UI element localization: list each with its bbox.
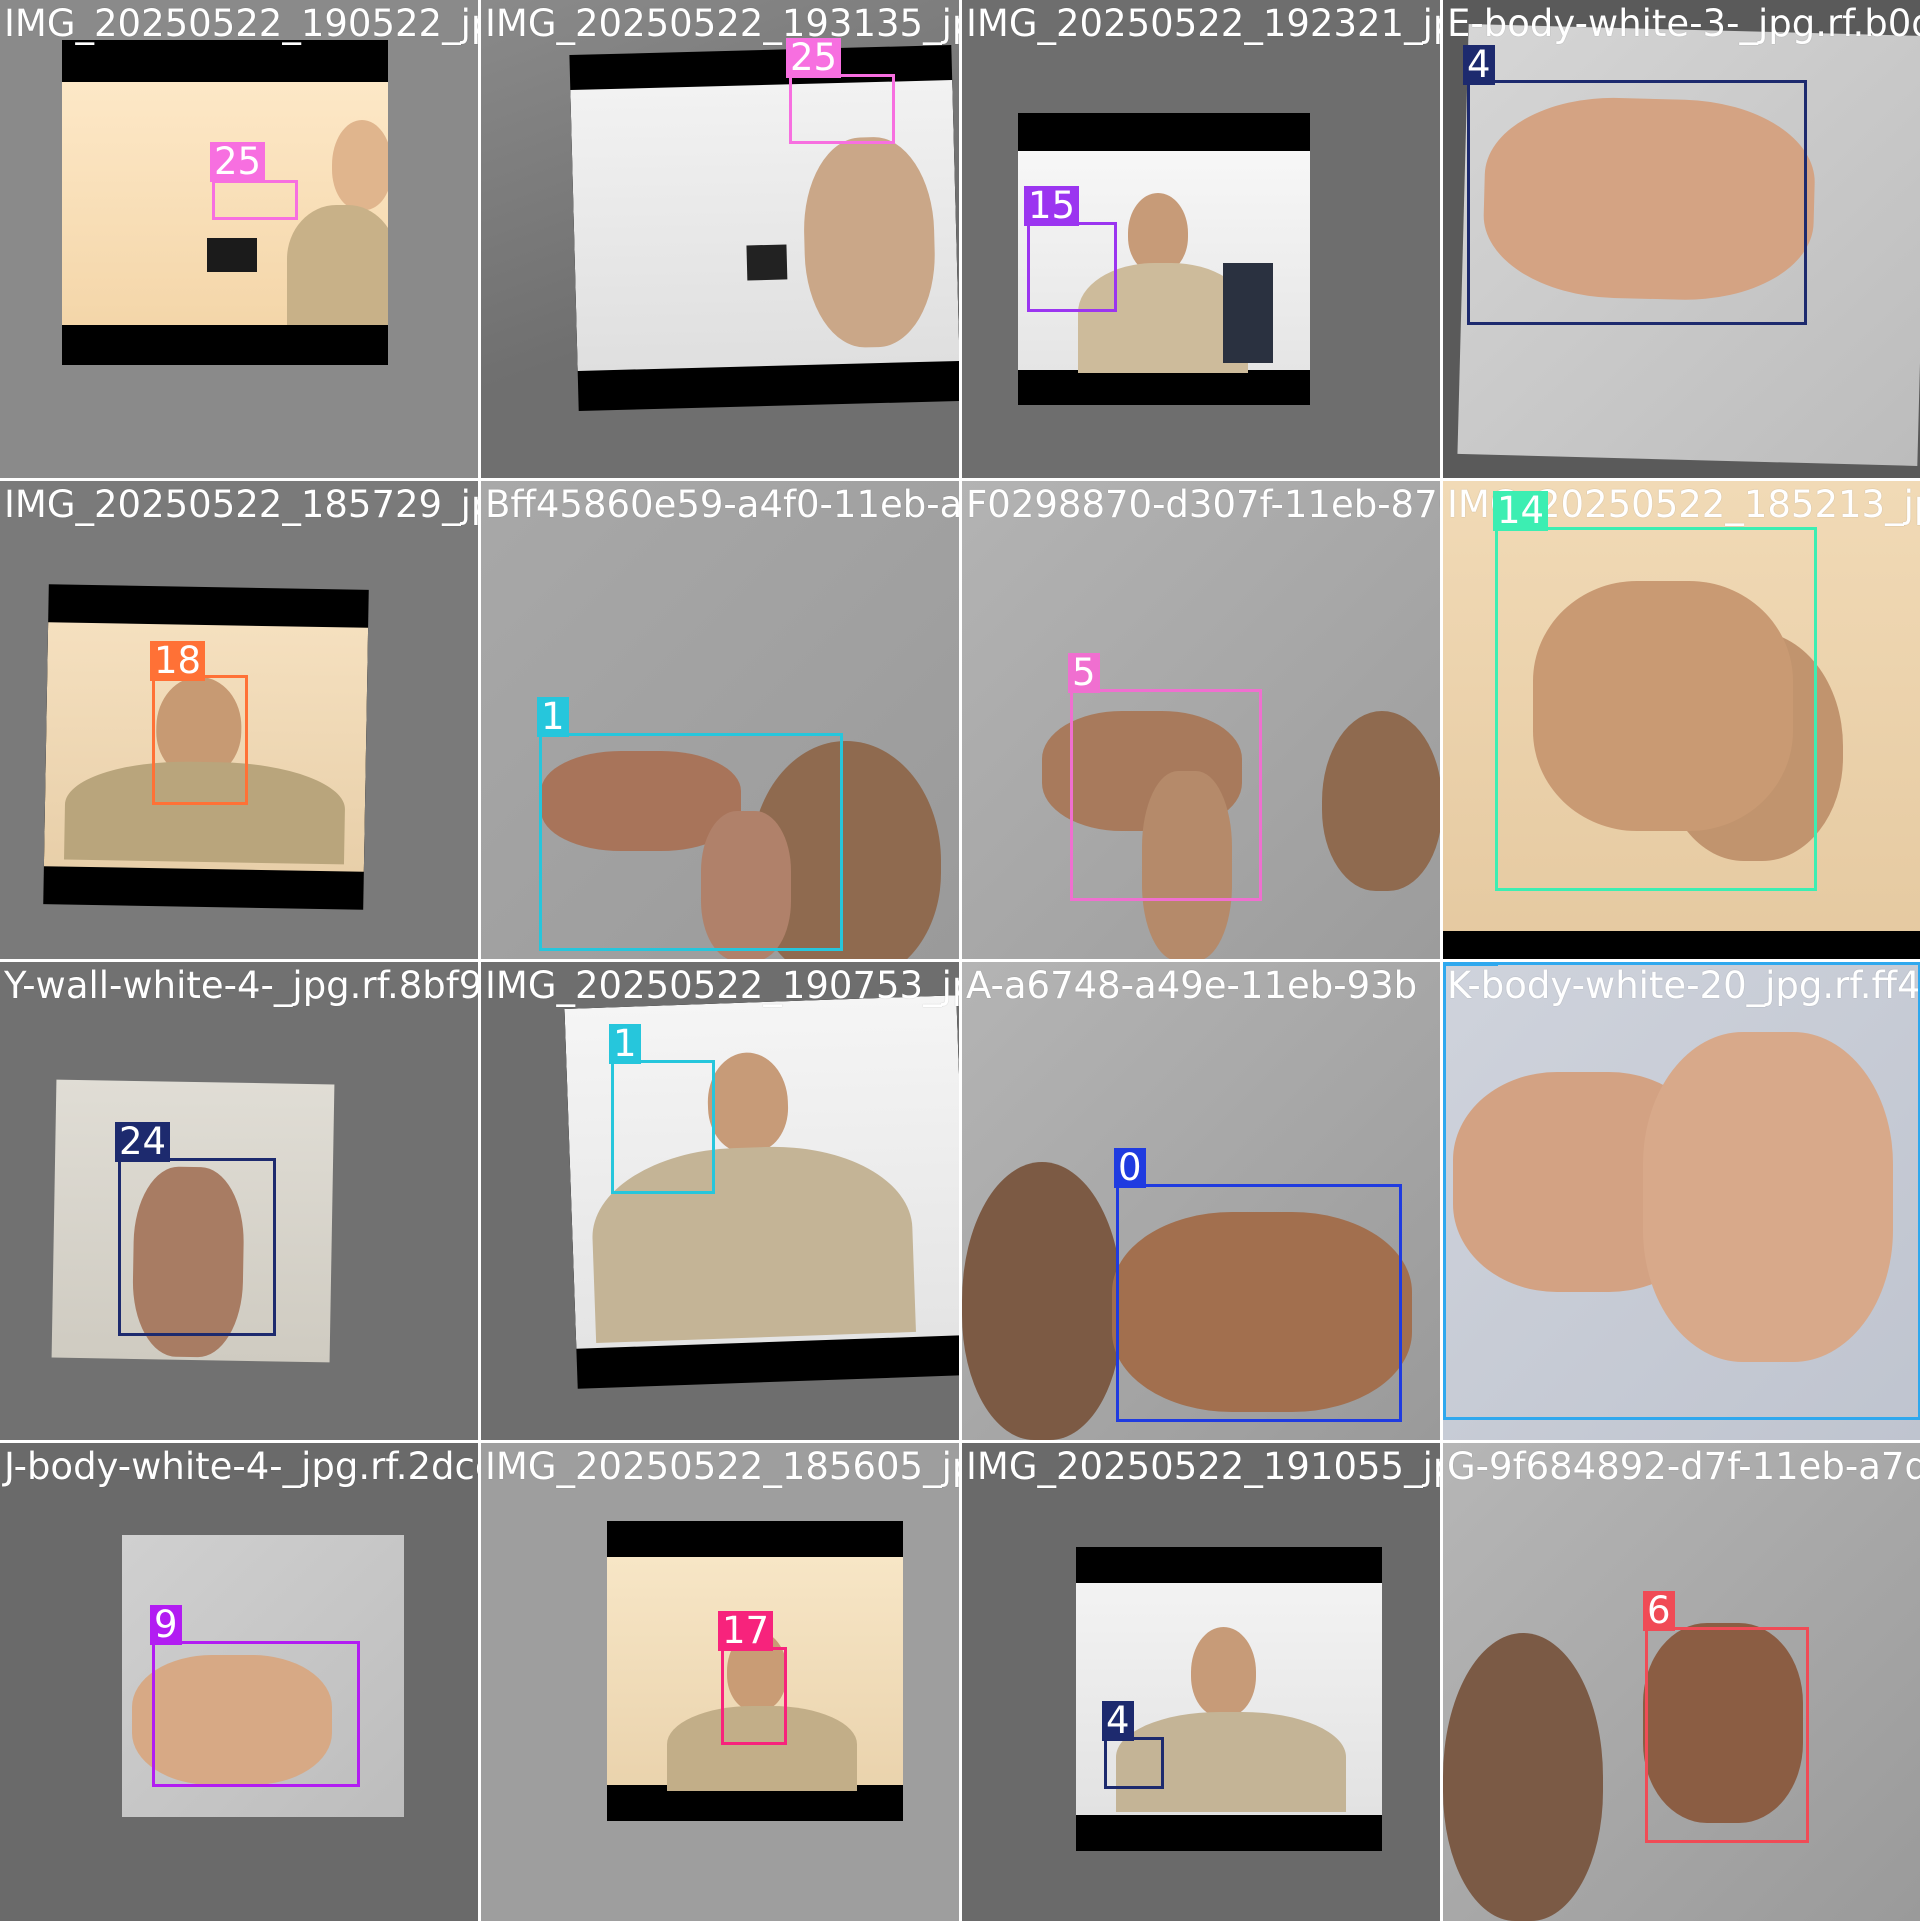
- detection-class-label: 9: [150, 1605, 182, 1645]
- photo: [569, 45, 959, 411]
- detection-class-label: 25: [786, 38, 842, 78]
- mosaic-tile-15: IMG_20250522_191055_jpg 4: [962, 1443, 1440, 1921]
- tile-filename: IMG_20250522_185729_jpg: [4, 483, 478, 526]
- tile-filename: IMG_20250522_193135_jpg: [485, 2, 959, 45]
- detection-class-label: 0: [1114, 1148, 1146, 1188]
- mosaic-tile-4: E-body-white-3-_jpg.rf.b0de 4: [1443, 0, 1920, 478]
- detection-box: [1443, 962, 1920, 1420]
- detection-box: [721, 1647, 787, 1745]
- mosaic-tile-5: IMG_20250522_185729_jpg 18: [0, 481, 478, 959]
- tile-filename: E-body-white-3-_jpg.rf.b0de: [1447, 2, 1920, 45]
- mosaic-tile-14: IMG_20250522_185605_jpg 17: [481, 1443, 959, 1921]
- detection-box: [1645, 1627, 1809, 1843]
- tile-filename: Y-wall-white-4-_jpg.rf.8bf9de: [4, 964, 478, 1007]
- mosaic-tile-13: J-body-white-4-_jpg.rf.2dcce 9: [0, 1443, 478, 1921]
- detection-class-label: 6: [1643, 1591, 1675, 1631]
- detection-box: [611, 1060, 715, 1194]
- detection-class-label: 10: [1443, 962, 1499, 966]
- detection-class-label: 15: [1024, 186, 1080, 226]
- mosaic-tile-7: F0298870-d307f-11eb-8701 5: [962, 481, 1440, 959]
- mosaic-tile-1: IMG_20250522_190522_jpg 25: [0, 0, 478, 478]
- mosaic-tile-3: IMG_20250522_192321_jpg 15: [962, 0, 1440, 478]
- detection-class-label: 5: [1068, 653, 1100, 693]
- detection-class-label: 4: [1102, 1701, 1134, 1741]
- detection-box: [1027, 222, 1117, 312]
- tile-filename: Bff45860e59-a4f0-11eb-a1ae: [485, 483, 959, 526]
- tile-filename: IMG_20250522_185605_jpg: [485, 1445, 959, 1488]
- detection-box: [539, 733, 843, 951]
- mosaic-tile-8: IMG_20250522_185213_jpg 14: [1443, 481, 1920, 959]
- tile-filename: IMG_20250522_190753_jpg: [485, 964, 959, 1007]
- mosaic-tile-10: IMG_20250522_190753_jpg 1: [481, 962, 959, 1440]
- detection-class-label: 24: [115, 1122, 171, 1162]
- detection-box: [212, 180, 298, 220]
- detection-box: [1116, 1184, 1402, 1422]
- detection-box: [152, 675, 248, 805]
- tile-filename: IMG_20250522_191055_jpg: [966, 1445, 1440, 1488]
- detection-class-label: 1: [609, 1024, 641, 1064]
- detection-class-label: 18: [150, 641, 206, 681]
- mosaic-tile-9: Y-wall-white-4-_jpg.rf.8bf9de 24: [0, 962, 478, 1440]
- mosaic-tile-12: K-body-white-20_jpg.rf.ff407 10: [1443, 962, 1920, 1440]
- detection-box: [118, 1158, 276, 1336]
- detection-class-label: 4: [1463, 45, 1495, 85]
- tile-filename: J-body-white-4-_jpg.rf.2dcce: [4, 1445, 478, 1488]
- tile-filename: IMG_20250522_190522_jpg: [4, 2, 478, 45]
- tile-filename: F0298870-d307f-11eb-8701: [966, 483, 1440, 526]
- detection-box: [1070, 689, 1262, 901]
- detection-box: [1495, 527, 1817, 891]
- mosaic-tile-6: Bff45860e59-a4f0-11eb-a1ae 1: [481, 481, 959, 959]
- mosaic-tile-16: G-9f684892-d7f-11eb-a7de 6: [1443, 1443, 1920, 1921]
- detection-box: [1467, 80, 1807, 325]
- detection-class-label: 1: [537, 697, 569, 737]
- mosaic-tile-11: A-a6748-a49e-11eb-93b 0: [962, 962, 1440, 1440]
- tile-filename: A-a6748-a49e-11eb-93b: [966, 964, 1418, 1007]
- mosaic-tile-2: IMG_20250522_193135_jpg 25: [481, 0, 959, 478]
- detection-class-label: 17: [718, 1611, 774, 1651]
- detection-class-label: 25: [210, 142, 266, 182]
- tile-filename: IMG_20250522_192321_jpg: [966, 2, 1440, 45]
- detection-box: [789, 74, 895, 144]
- detection-class-label: 14: [1493, 491, 1549, 531]
- detection-box: [1104, 1737, 1164, 1789]
- tile-filename: G-9f684892-d7f-11eb-a7de: [1447, 1445, 1920, 1488]
- detection-box: [152, 1641, 360, 1787]
